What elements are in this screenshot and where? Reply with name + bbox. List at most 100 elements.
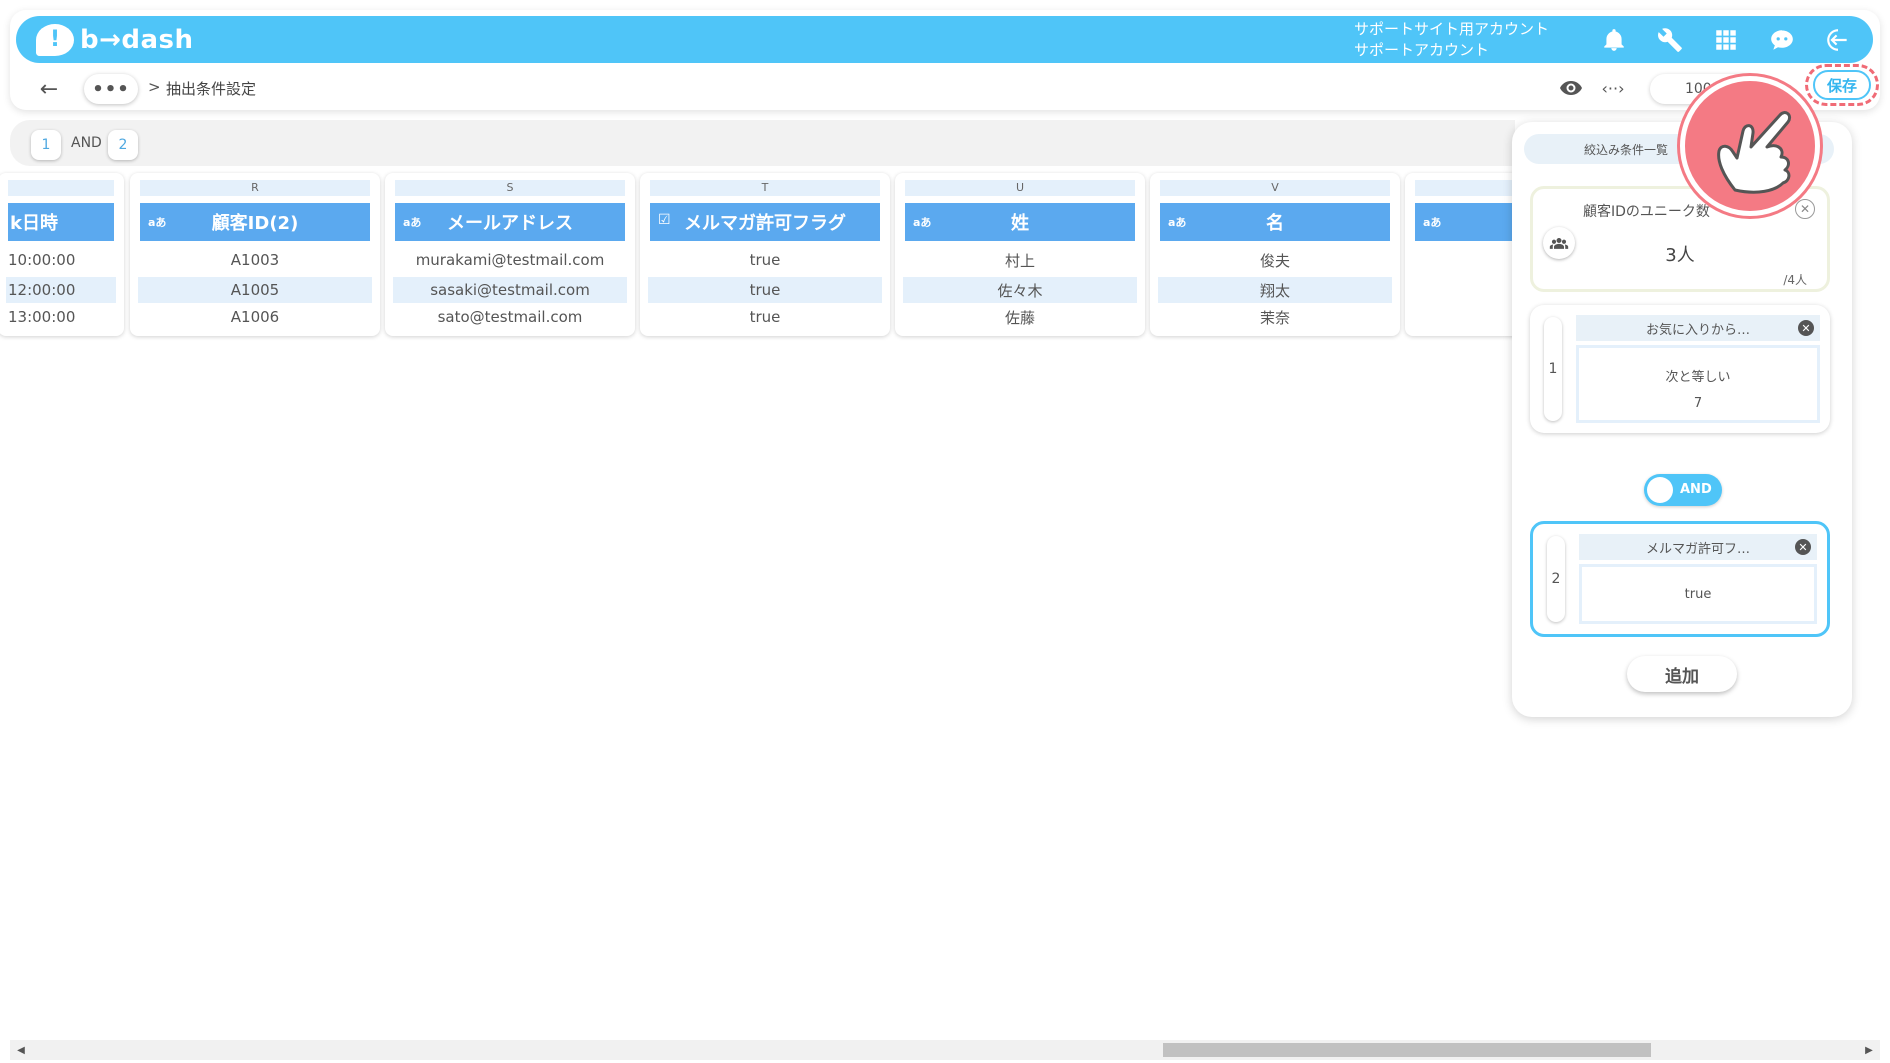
account-line-2: サポートアカウント <box>1354 41 1490 59</box>
table-cell: 12:00:00 <box>6 277 116 303</box>
toggle-knob <box>1647 477 1673 503</box>
column-header-label: 姓 <box>1011 213 1029 234</box>
checkbox-type-icon: ☑ <box>658 212 671 228</box>
table-cell: A1005 <box>138 277 372 303</box>
logout-icon[interactable] <box>1810 16 1866 63</box>
column-header-label: メールアドレス <box>447 213 573 234</box>
scrollbar-thumb[interactable] <box>1163 1043 1651 1057</box>
column-header[interactable]: aあ 顧客ID(2) <box>140 203 370 241</box>
column-header-label: 顧客ID(2) <box>211 213 299 234</box>
remove-condition-icon[interactable]: ✕ <box>1798 320 1814 336</box>
table-cell: 翔太 <box>1158 277 1392 303</box>
column-letter <box>8 180 114 196</box>
logo-text: b→dash <box>80 24 194 55</box>
condition-summary-bar: 1 AND 2 <box>10 120 1515 166</box>
top-bar: ! b→dash サポートサイト用アカウント サポートアカウント <box>16 16 1873 63</box>
condition-value: 7 <box>1693 396 1703 411</box>
condition-and-label: AND <box>71 135 102 151</box>
table-cell: A1006 <box>230 308 280 326</box>
unique-count-title: 顧客IDのユニーク数 <box>1583 204 1710 220</box>
account-line-1: サポートサイト用アカウント <box>1354 20 1550 38</box>
text-type-icon: aあ <box>148 216 167 229</box>
bell-icon[interactable] <box>1586 16 1642 63</box>
column-header[interactable]: ☑ メルマガ許可フラグ <box>650 203 880 241</box>
condition-number: 1 <box>1544 317 1562 421</box>
table-cell: 13:00:00 <box>8 308 76 326</box>
table-cell: sato@testmail.com <box>437 308 583 326</box>
account-info[interactable]: サポートサイト用アカウント サポートアカウント <box>1354 19 1549 61</box>
scroll-right-arrow[interactable]: ▶ <box>1862 1043 1876 1057</box>
column-header[interactable]: aあ メールアドレス <box>395 203 625 241</box>
column-header-label: メルマガ許可フラグ <box>684 213 846 234</box>
grid-icon[interactable] <box>1698 16 1754 63</box>
text-type-icon: aあ <box>1423 216 1442 229</box>
column-header[interactable]: aあ 名 <box>1160 203 1390 241</box>
table-cell: 茉奈 <box>1259 308 1290 327</box>
unique-count-value: 3人 <box>1665 245 1695 266</box>
condition-chip-2[interactable]: 2 <box>108 130 138 160</box>
table-cell: 佐藤 <box>1004 308 1035 327</box>
table-cell: 佐々木 <box>903 277 1137 303</box>
table-cell: sasaki@testmail.com <box>393 277 627 303</box>
table-cell: true <box>648 277 882 303</box>
condition-number: 2 <box>1547 536 1565 622</box>
add-condition-button[interactable]: 追加 <box>1627 656 1737 692</box>
logo-mark-icon: ! <box>36 23 74 56</box>
column-header-label: 名 <box>1266 213 1284 234</box>
breadcrumb-more-button[interactable]: ••• <box>84 74 138 104</box>
condition-body[interactable]: true <box>1579 564 1817 624</box>
horizontal-scrollbar[interactable]: ◀ ▶ <box>10 1040 1880 1060</box>
condition-name-label: メルマガ許可フ… <box>1645 541 1750 557</box>
column-letter: T <box>650 180 880 196</box>
condition-name: メルマガ許可フ… ✕ <box>1579 534 1817 560</box>
data-column: k日時 10:00:00 12:00:00 13:00:00 <box>0 173 124 336</box>
table-cell: true <box>749 251 781 269</box>
table-cell: true <box>749 308 781 326</box>
scroll-left-arrow[interactable]: ◀ <box>14 1043 28 1057</box>
table-cell: 俊夫 <box>1259 251 1290 270</box>
condition-body[interactable]: 次と等しい 7 <box>1576 345 1820 423</box>
save-button[interactable]: 保存 <box>1813 70 1871 100</box>
condition-operator: 次と等しい <box>1665 370 1731 385</box>
top-icons <box>1586 16 1866 63</box>
preview-eye-icon[interactable] <box>1556 75 1586 101</box>
column-letter: S <box>395 180 625 196</box>
condition-card-2[interactable]: 2 メルマガ許可フ… ✕ true <box>1530 521 1830 637</box>
tutorial-pointer <box>1680 76 1820 216</box>
remove-condition-icon[interactable]: ✕ <box>1795 539 1811 555</box>
filter-conditions-panel: 絞込み条件一覧 顧客IDのユニーク数 ✕ 3人 /4人 1 お気に入りから… ✕… <box>1512 122 1852 717</box>
and-or-toggle[interactable]: AND <box>1644 474 1722 506</box>
condition-name-label: お気に入りから… <box>1645 322 1750 338</box>
condition-name: お気に入りから… ✕ <box>1576 315 1820 341</box>
column-header[interactable]: aあ 姓 <box>905 203 1135 241</box>
column-header[interactable]: k日時 <box>8 203 114 241</box>
data-column: T ☑ メルマガ許可フラグ true true true <box>640 173 890 336</box>
column-letter: V <box>1160 180 1390 196</box>
condition-chip-1[interactable]: 1 <box>31 130 61 160</box>
pointing-hand-icon <box>1717 111 1792 194</box>
nav-row: ← ••• > 抽出条件設定 ‹··› 100% 保存 <box>16 64 1879 106</box>
data-column: V aあ 名 俊夫 翔太 茉奈 <box>1150 173 1400 336</box>
data-column: R aあ 顧客ID(2) A1003 A1005 A1006 <box>130 173 380 336</box>
condition-card-1[interactable]: 1 お気に入りから… ✕ 次と等しい 7 <box>1530 305 1830 433</box>
code-icon[interactable]: ‹··› <box>1596 75 1630 101</box>
table-cell: 村上 <box>1004 251 1035 270</box>
data-column: U aあ 姓 村上 佐々木 佐藤 <box>895 173 1145 336</box>
app-root: ! b→dash サポートサイト用アカウント サポートアカウント ← ••• >… <box>0 0 1890 1063</box>
table-cell: 10:00:00 <box>8 251 76 269</box>
toggle-label: AND <box>1680 482 1712 497</box>
column-letter: U <box>905 180 1135 196</box>
chat-bot-icon[interactable] <box>1754 16 1810 63</box>
wrench-icon[interactable] <box>1642 16 1698 63</box>
breadcrumb-separator: > <box>148 78 161 96</box>
page-title: 抽出条件設定 <box>166 80 257 98</box>
back-button[interactable]: ← <box>34 76 64 102</box>
column-letter: R <box>140 180 370 196</box>
text-type-icon: aあ <box>1168 216 1187 229</box>
text-type-icon: aあ <box>403 216 422 229</box>
logo[interactable]: ! b→dash <box>36 23 194 56</box>
text-type-icon: aあ <box>913 216 932 229</box>
data-column: S aあ メールアドレス murakami@testmail.com sasak… <box>385 173 635 336</box>
unique-count-total: /4人 <box>1783 273 1807 287</box>
table-cell: murakami@testmail.com <box>415 251 605 269</box>
